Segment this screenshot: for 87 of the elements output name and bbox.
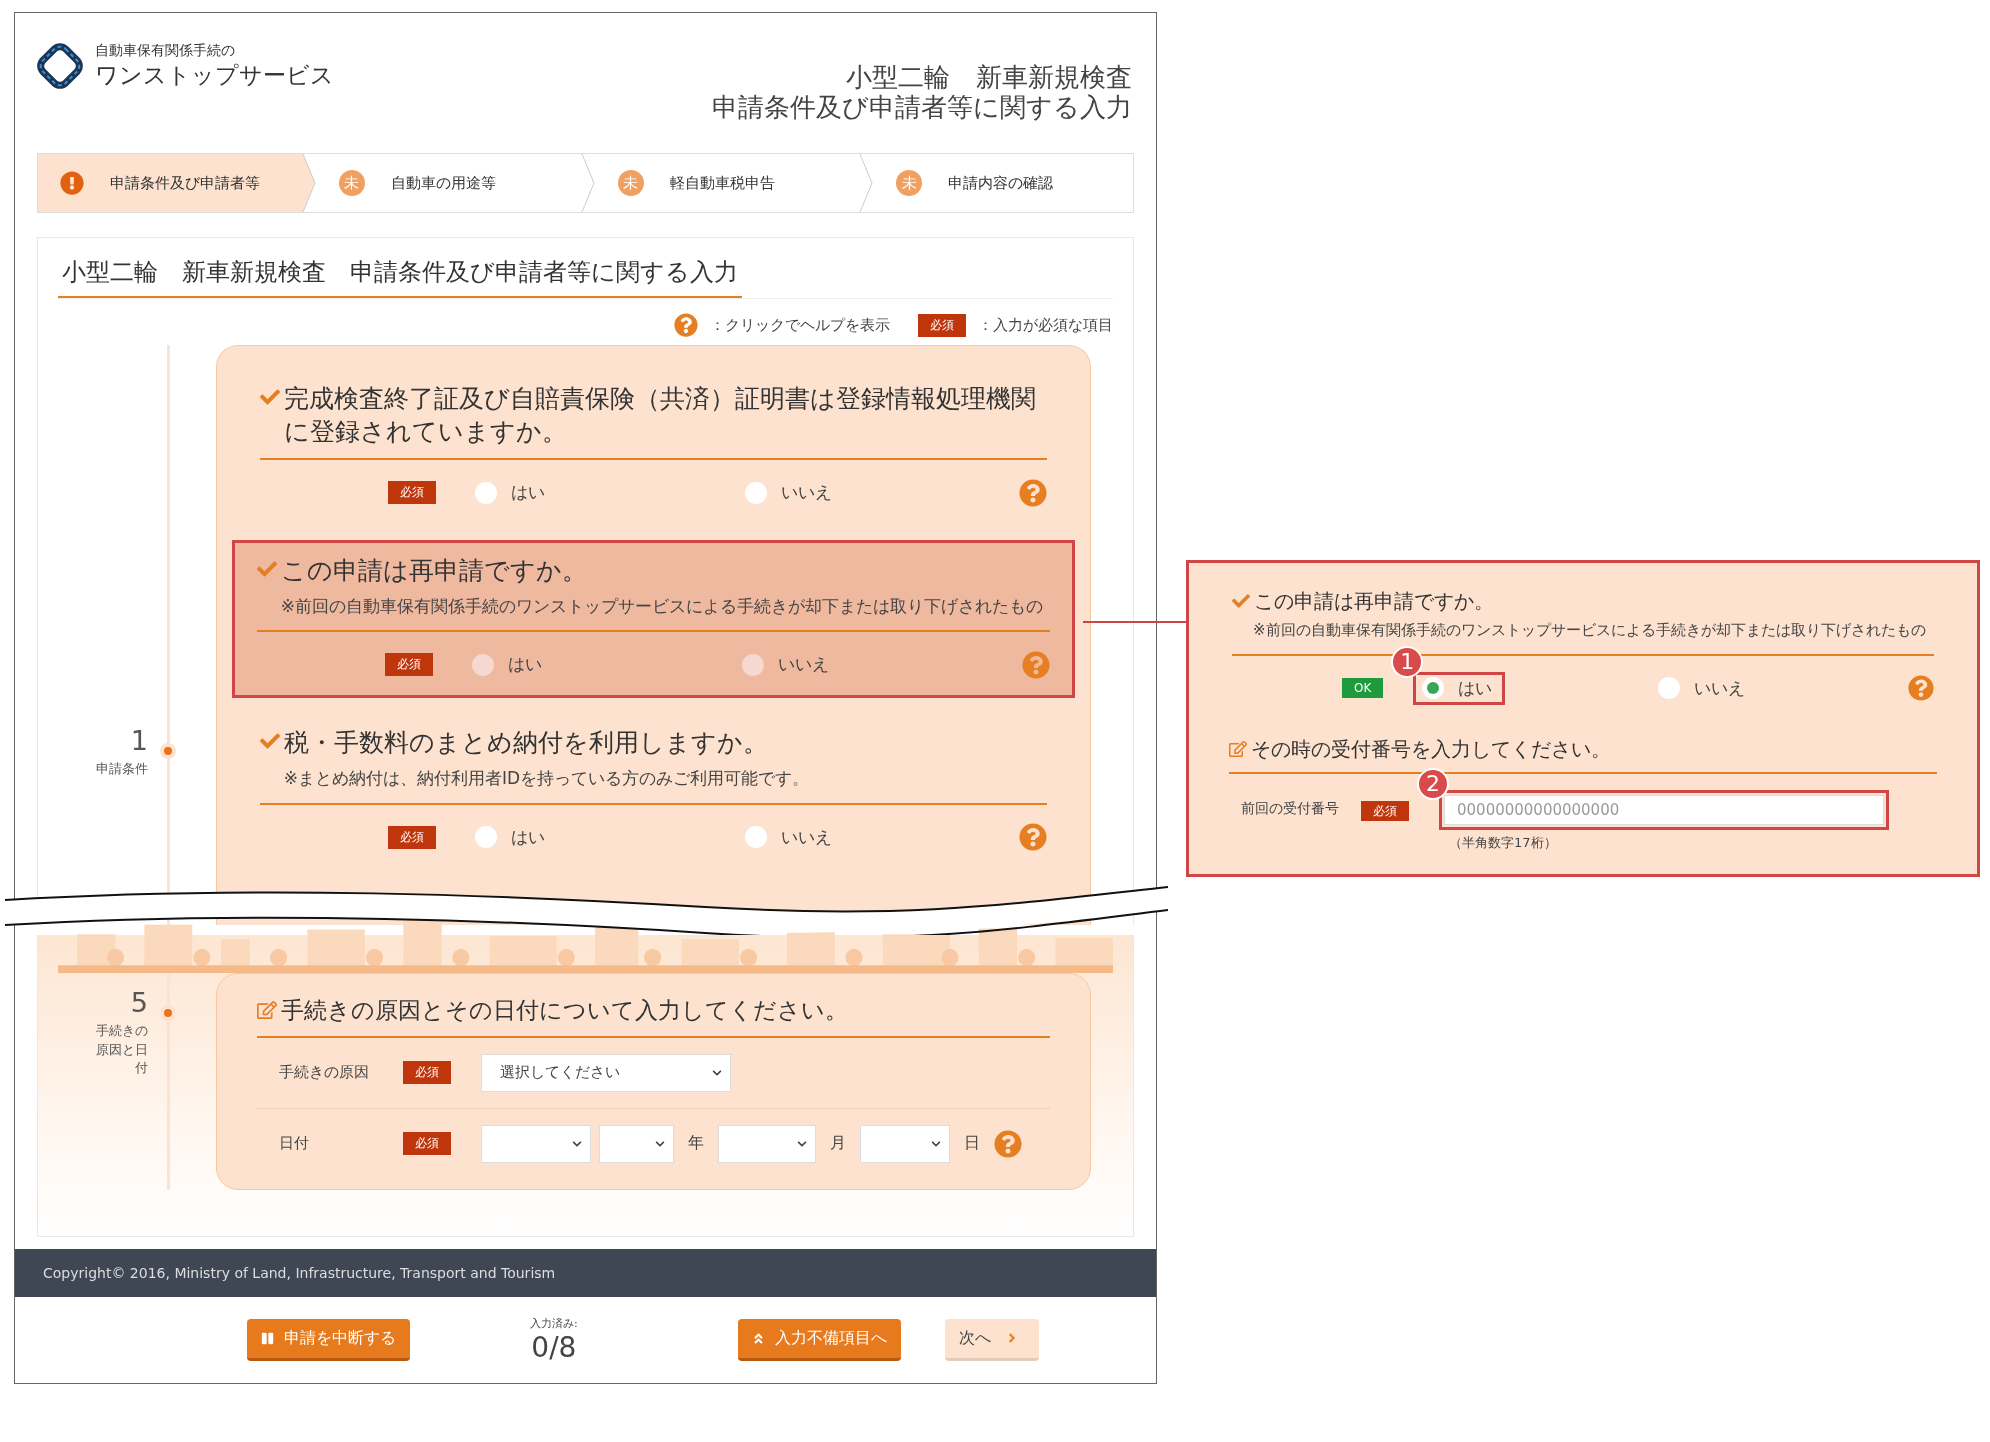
help-icon[interactable] bbox=[1908, 675, 1934, 701]
edit-icon bbox=[1229, 739, 1247, 758]
question-title: 手続きの原因とその日付について入力してください。 bbox=[281, 995, 848, 1025]
question-title: 完成検査終了証及び自賠責保険（共済）証明書は登録情報処理機関に登録されていますか。 bbox=[284, 383, 1037, 448]
option-label: いいえ bbox=[1694, 676, 1746, 700]
help-icon[interactable] bbox=[994, 1129, 1022, 1158]
field-label: 日付 bbox=[278, 1134, 310, 1154]
radio-button[interactable] bbox=[745, 826, 767, 849]
help-icon[interactable] bbox=[1019, 823, 1047, 852]
required-badge: 必須 bbox=[388, 481, 436, 504]
legend-text: ：クリックでヘルプを表示 bbox=[710, 315, 890, 335]
option-label: いいえ bbox=[778, 653, 829, 677]
required-badge: 必須 bbox=[918, 313, 966, 337]
unit-label: 日 bbox=[964, 1133, 980, 1155]
radio-button[interactable] bbox=[472, 653, 494, 676]
check-icon bbox=[1232, 592, 1250, 610]
required-badge: 必須 bbox=[403, 1132, 451, 1156]
unit-label: 月 bbox=[830, 1133, 846, 1155]
required-badge: 必須 bbox=[388, 825, 436, 849]
chevron-icon bbox=[572, 1138, 582, 1149]
page-title: 申請条件及び申請者等に関する入力 bbox=[712, 92, 1132, 123]
date-select[interactable] bbox=[860, 1124, 950, 1163]
copyright-text: Copyright© 2016, Ministry of Land, Infrastructure, Transport and Tourism bbox=[43, 1264, 556, 1281]
page-title: 小型二輪 新車新規検査 bbox=[846, 63, 1132, 93]
question-title: この申請は再申請ですか。 bbox=[1254, 588, 1494, 614]
logo-name: ワンストップサービス bbox=[95, 60, 334, 90]
radio-button[interactable] bbox=[745, 481, 767, 504]
logo-icon bbox=[35, 41, 85, 91]
logo-caption: 自動車保有関係手続の bbox=[95, 41, 236, 60]
ok-badge: OK bbox=[1342, 678, 1384, 698]
question-note: ※前回の自動車保有関係手続のワンストップサービスによる手続きが却下または取り下げされたもの bbox=[1252, 620, 1927, 641]
edit-icon bbox=[257, 999, 277, 1020]
option-label: はい bbox=[508, 653, 542, 677]
step-marker: 2 bbox=[1417, 767, 1449, 800]
question-title: この申請は再申請ですか。 bbox=[281, 555, 587, 587]
pending-mark: 未 bbox=[338, 170, 365, 196]
required-badge: 必須 bbox=[403, 1061, 451, 1085]
radio-button[interactable] bbox=[475, 826, 497, 849]
progress-label: 入力済み: bbox=[530, 1315, 578, 1331]
step-divider bbox=[296, 154, 317, 212]
section-number: 1 bbox=[130, 725, 148, 756]
section-heading: 小型二輪 新車新規検査 申請条件及び申請者等に関する入力 bbox=[58, 256, 742, 298]
field-label: 前回の受付番号 bbox=[1241, 799, 1340, 818]
chevron-icon bbox=[712, 1067, 722, 1078]
question-title: 税・手数料のまとめ納付を利用しますか。 bbox=[284, 727, 768, 760]
section-label: 申請条件 bbox=[95, 760, 148, 778]
option-label: いいえ bbox=[781, 825, 832, 849]
radio-button[interactable] bbox=[1658, 677, 1681, 699]
check-icon bbox=[257, 559, 277, 579]
pause-icon bbox=[261, 1331, 274, 1345]
input-hint: （半角数字17桁） bbox=[1448, 833, 1558, 852]
option-label: はい bbox=[511, 481, 545, 504]
option-label: はい bbox=[1458, 676, 1493, 700]
radio-button[interactable] bbox=[742, 653, 764, 676]
input-field[interactable]: 00000000000000000 bbox=[1439, 789, 1889, 830]
pending-mark: 未 bbox=[617, 170, 644, 196]
unit-label: 年 bbox=[688, 1133, 704, 1155]
chevron-icon bbox=[931, 1138, 941, 1149]
required-badge: 必須 bbox=[1361, 800, 1409, 821]
radio-button[interactable] bbox=[1422, 677, 1445, 699]
help-icon[interactable] bbox=[1022, 650, 1050, 679]
option-label: はい bbox=[511, 825, 545, 849]
question-title: その時の受付番号を入力してください。 bbox=[1251, 735, 1611, 762]
section-number: 5 bbox=[130, 986, 148, 1018]
required-badge: 必須 bbox=[385, 653, 433, 677]
field-label: 手続きの原因 bbox=[278, 1063, 370, 1083]
pending-mark: 未 bbox=[896, 170, 923, 196]
date-select[interactable] bbox=[599, 1124, 674, 1163]
help-icon[interactable] bbox=[1019, 478, 1047, 507]
date-select[interactable] bbox=[718, 1124, 816, 1163]
chevron-icon bbox=[655, 1138, 665, 1149]
legend-text: ：入力が必須な項目 bbox=[978, 315, 1113, 335]
era-select[interactable] bbox=[481, 1124, 591, 1163]
chevron-icon bbox=[797, 1138, 807, 1149]
alert-icon bbox=[60, 171, 84, 195]
question-note: ※前回の自動車保有関係手続のワンストップサービスによる手続きが却下または取り下げされたもの bbox=[279, 594, 1045, 618]
double-chevron-icon bbox=[751, 1331, 765, 1345]
next-button[interactable]: 次へ bbox=[944, 1318, 1039, 1361]
check-icon bbox=[260, 387, 280, 407]
radio-button[interactable] bbox=[475, 481, 497, 504]
section-label: 手続きの原因と日付 bbox=[95, 1021, 148, 1078]
option-label: いいえ bbox=[781, 481, 832, 504]
progress-count: 0/8 bbox=[531, 1330, 577, 1364]
reason-select[interactable]: 選択してください bbox=[481, 1053, 731, 1092]
help-icon[interactable] bbox=[674, 313, 698, 337]
step-marker: 1 bbox=[1391, 645, 1424, 678]
question-note: ※まとめ納付は、納付利用者IDを持っている方のみご利用可能です。 bbox=[282, 766, 811, 790]
